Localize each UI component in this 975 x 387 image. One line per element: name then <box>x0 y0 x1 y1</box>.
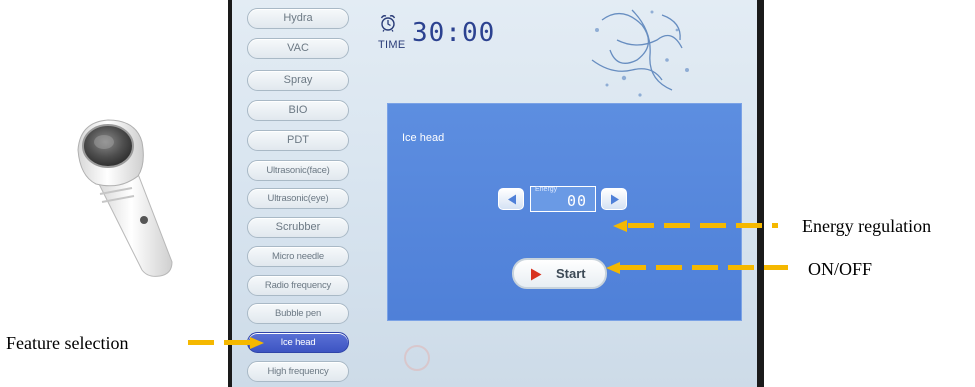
energy-display: Energy 00 <box>530 186 596 212</box>
sidebar-item-high-frequency[interactable]: High frequency <box>247 361 349 382</box>
device-screen: Hydra VAC Spray BIO PDT Ultrasonic(face)… <box>228 0 764 387</box>
ice-head-handpiece-image <box>77 119 173 277</box>
sidebar-item-ultrasonic-eye[interactable]: Ultrasonic(eye) <box>247 188 349 209</box>
triangle-right-icon <box>611 194 619 205</box>
dashed-arrow-line <box>628 223 778 228</box>
sidebar-item-vac[interactable]: VAC <box>247 38 349 59</box>
start-label: Start <box>556 266 586 281</box>
alarm-clock-icon <box>380 15 396 32</box>
on-off-label: ON/OFF <box>808 259 873 279</box>
feature-sidebar: Hydra VAC Spray BIO PDT Ultrasonic(face)… <box>232 0 362 387</box>
arrow-left-icon <box>613 220 627 232</box>
energy-regulation-label: Energy regulation <box>802 216 932 236</box>
energy-label: Energy <box>535 186 558 193</box>
treatment-panel: Ice head Energy 00 Start <box>387 103 742 321</box>
panel-title: Ice head <box>402 132 445 144</box>
sidebar-item-bio[interactable]: BIO <box>247 100 349 121</box>
sidebar-item-pdt[interactable]: PDT <box>247 130 349 151</box>
time-label: TIME <box>378 39 406 51</box>
sidebar-item-radio-frequency[interactable]: Radio frequency <box>247 275 349 296</box>
energy-value: 00 <box>566 192 587 210</box>
dashed-arrow-line <box>188 340 250 345</box>
time-remaining: 30:00 <box>412 18 496 48</box>
energy-increase-button[interactable] <box>601 188 627 210</box>
arrow-right-icon <box>250 337 264 349</box>
triangle-left-icon <box>508 194 516 205</box>
feature-selection-label: Feature selection <box>6 333 129 353</box>
sidebar-item-scrubber[interactable]: Scrubber <box>247 217 349 238</box>
faded-circle-graphic <box>404 345 430 371</box>
sidebar-item-ultrasonic-face[interactable]: Ultrasonic(face) <box>247 160 349 181</box>
water-splash-graphic <box>591 9 689 97</box>
start-button[interactable]: Start <box>512 258 607 289</box>
play-icon <box>531 268 542 281</box>
sidebar-item-hydra[interactable]: Hydra <box>247 8 349 29</box>
dashed-arrow-line <box>620 265 788 270</box>
energy-control: Energy 00 <box>498 186 633 216</box>
sidebar-item-micro-needle[interactable]: Micro needle <box>247 246 349 267</box>
screen-display: Hydra VAC Spray BIO PDT Ultrasonic(face)… <box>232 0 757 387</box>
sidebar-item-bubble-pen[interactable]: Bubble pen <box>247 303 349 324</box>
sidebar-item-spray[interactable]: Spray <box>247 70 349 91</box>
arrow-left-icon <box>606 262 620 274</box>
energy-decrease-button[interactable] <box>498 188 524 210</box>
